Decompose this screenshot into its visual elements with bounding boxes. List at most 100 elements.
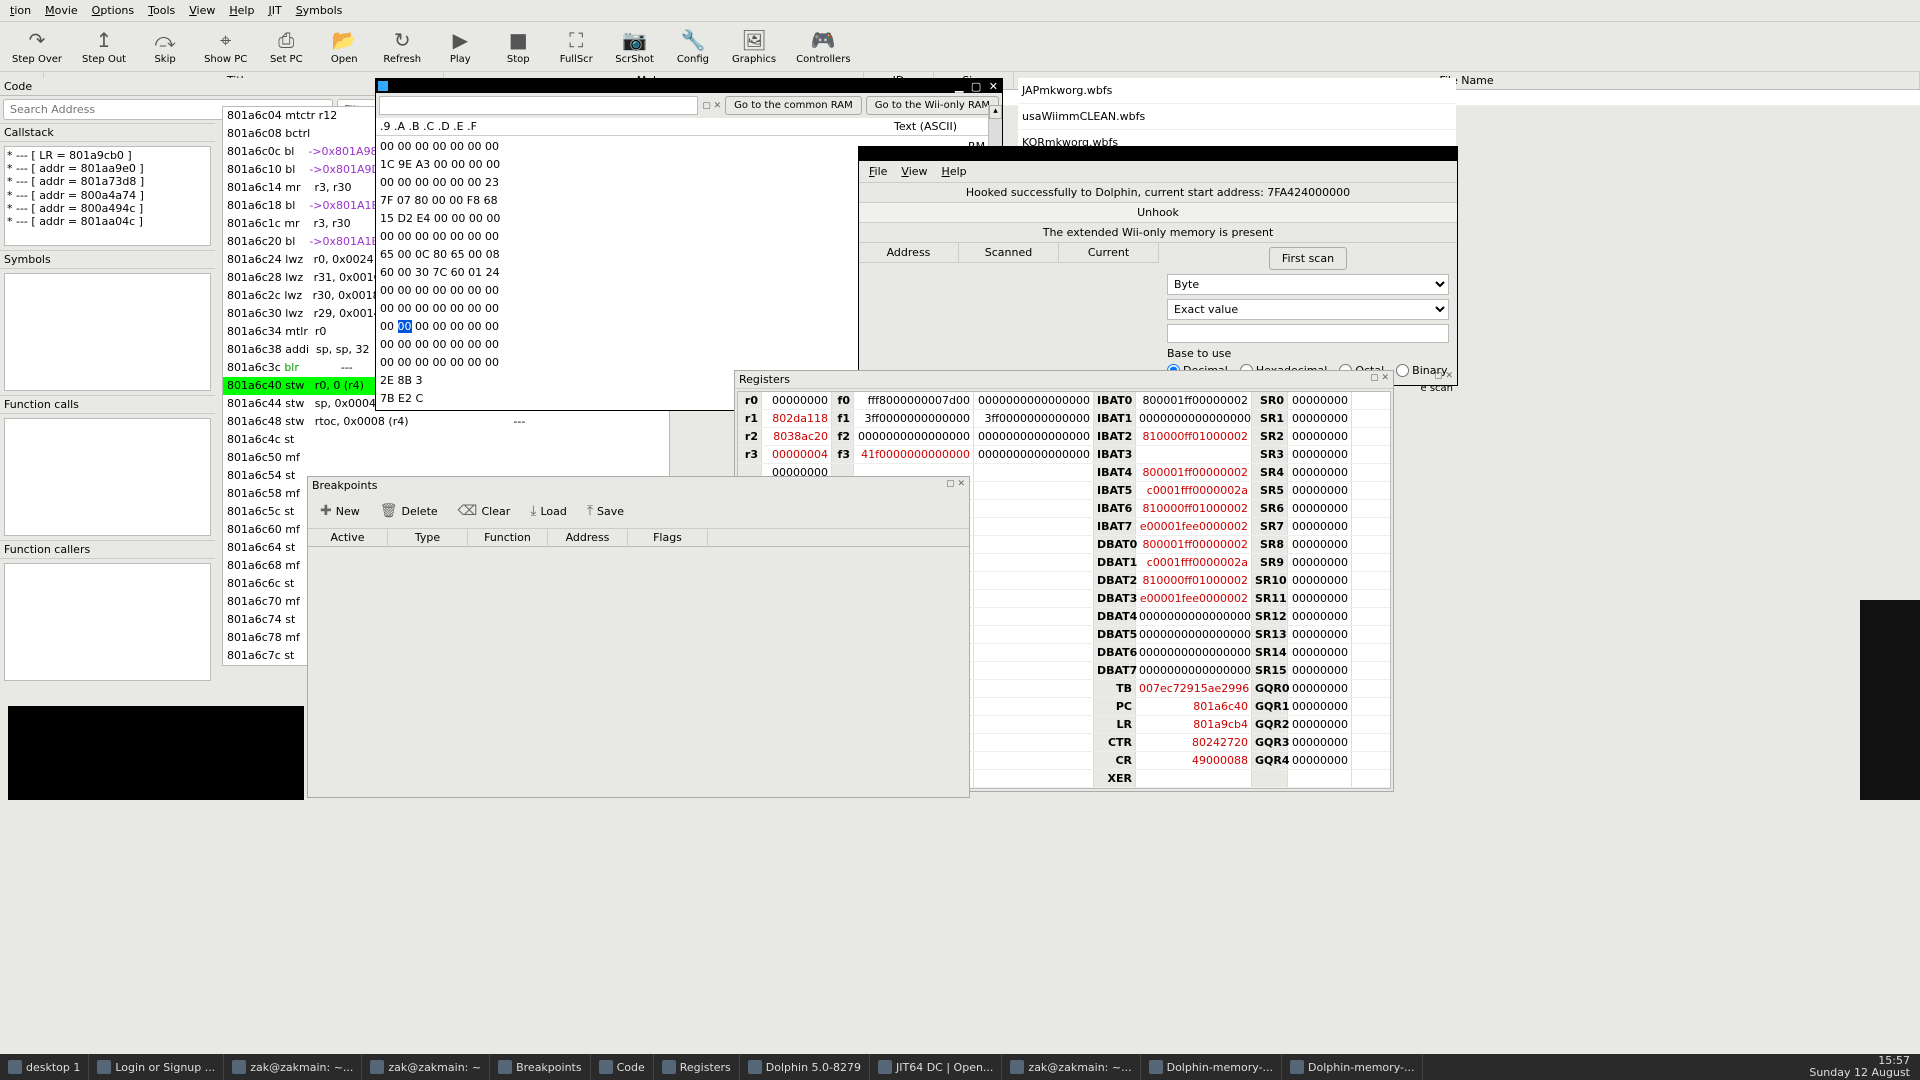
memory-search-input[interactable] [379,96,698,115]
first-scan-button[interactable]: First scan [1269,247,1347,270]
callstack-item[interactable]: * --- [ addr = 800a4a74 ] [7,189,208,202]
dropdown-icon[interactable]: ▢ ✕ [702,101,721,111]
step-out-button[interactable]: ↥Step Out [72,24,136,69]
col-scanned[interactable]: Scanned [959,243,1059,262]
file-row[interactable]: JAPmkworg.wbfs [1018,78,1456,104]
menu-help[interactable]: Help [223,2,260,19]
menu-tools[interactable]: Tools [142,2,181,19]
callstack-item[interactable]: * --- [ addr = 800a494c ] [7,202,208,215]
bp-save-button[interactable]: ⤒Save [581,500,630,522]
play-icon: ▶ [453,28,468,52]
comparison-select[interactable]: Exact value [1167,299,1449,320]
bp-load-button[interactable]: ⤓Load [524,500,573,522]
function-callers-label: Function callers [0,540,215,559]
scrshot-icon: 📷 [622,28,647,52]
menu-movie[interactable]: Movie [39,2,84,19]
taskbar-item[interactable]: Dolphin-memory-... [1141,1054,1282,1080]
menu-options[interactable]: Options [86,2,140,19]
taskbar-app-icon [1149,1060,1163,1074]
show-pc-button[interactable]: ⌖Show PC [194,24,257,69]
taskbar-item[interactable]: zak@zakmain: ~... [224,1054,362,1080]
bp-col-active[interactable]: Active [308,529,388,546]
register-row[interactable]: r28038ac20f20000000000000000000000000000… [738,428,1390,446]
open-icon: 📂 [332,28,357,52]
taskbar-item[interactable]: Dolphin 5.0-8279 [740,1054,870,1080]
register-row[interactable]: r000000000f0fff8000000007d00000000000000… [738,392,1390,410]
bp-col-function[interactable]: Function [468,529,548,546]
taskbar-item[interactable]: zak@zakmain: ~... [1002,1054,1140,1080]
menu-view[interactable]: View [183,2,221,19]
taskbar-clock[interactable]: 15:57 Sunday 12 August [1799,1055,1920,1079]
callstack-item[interactable]: * --- [ addr = 801aa9e0 ] [7,162,208,175]
stop-button[interactable]: ■Stop [489,24,547,69]
registers-title: Registers ▢ ✕ [735,371,1393,389]
scroll-up-icon[interactable]: ▴ [989,105,1002,119]
taskbar-item[interactable]: Login or Signup ... [89,1054,224,1080]
callstack-item[interactable]: * --- [ addr = 801aa04c ] [7,215,208,228]
clear-icon: ⌫ [458,503,478,519]
open-button[interactable]: 📂Open [315,24,373,69]
unhook-button[interactable]: Unhook [859,203,1457,223]
scrshot-button[interactable]: 📷ScrShot [605,24,664,69]
set-pc-button[interactable]: ⎙Set PC [257,24,315,69]
function-callers-box[interactable] [4,563,211,681]
scanner-window-btns[interactable]: ▢ ✕ [1434,371,1453,381]
symbols-box[interactable] [4,273,211,391]
function-calls-box[interactable] [4,418,211,536]
register-row[interactable]: r300000004f341f0000000000000000000000000… [738,446,1390,464]
bp-new-button[interactable]: ✚New [314,500,366,522]
memory-panel-titlebar[interactable]: ▁ ▢ ✕ [376,79,1002,93]
file-list: JAPmkworg.wbfsusaWiimmCLEAN.wbfsKORmkwor… [1018,78,1456,156]
scanner-menubar: FileViewHelp [859,161,1457,183]
controllers-button[interactable]: 🎮Controllers [786,24,860,69]
taskbar-item[interactable]: zak@zakmain: ~ [362,1054,490,1080]
goto-wii-ram-button[interactable]: Go to the Wii-only RAM [866,96,999,115]
taskbar-item[interactable]: Dolphin-memory-... [1282,1054,1423,1080]
goto-common-ram-button[interactable]: Go to the common RAM [725,96,862,115]
callstack-label: Callstack [0,123,215,142]
col-address[interactable]: Address [859,243,959,262]
menu-symbols[interactable]: Symbols [290,2,349,19]
disasm-row[interactable]: 801a6c48 stw rtoc, 0x0008 (r4) --- [223,413,669,431]
skip-button[interactable]: ⤼Skip [136,24,194,69]
callstack-item[interactable]: * --- [ addr = 801a73d8 ] [7,175,208,188]
scanner-titlebar[interactable] [859,147,1457,161]
step over-icon: ↷ [29,28,46,52]
taskbar-item[interactable]: desktop 1 [0,1054,89,1080]
window-controls[interactable]: ▁ ▢ ✕ [955,80,1000,93]
window-buttons[interactable]: ▢ ✕ [946,479,965,489]
menu-tion[interactable]: tion [4,2,37,19]
fullscr-button[interactable]: ⛶FullScr [547,24,605,69]
config-button[interactable]: 🔧Config [664,24,722,69]
register-row[interactable]: r1802da118f13ff00000000000003ff000000000… [738,410,1390,428]
file-row[interactable]: usaWiimmCLEAN.wbfs [1018,104,1456,130]
datatype-select[interactable]: Byte [1167,274,1449,295]
bp-col-type[interactable]: Type [388,529,468,546]
bp-col-address[interactable]: Address [548,529,628,546]
callstack-list[interactable]: * --- [ LR = 801a9cb0 ]* --- [ addr = 80… [4,146,211,246]
breakpoints-toolbar: ✚New 🗑Delete ⌫Clear ⤓Load ⤒Save [308,494,969,528]
bp-clear-button[interactable]: ⌫Clear [452,500,517,522]
col-current[interactable]: Current [1059,243,1159,262]
scanner-menu-file[interactable]: File [863,163,893,180]
refresh-button[interactable]: ↻Refresh [373,24,431,69]
bp-col-flags[interactable]: Flags [628,529,708,546]
step-over-button[interactable]: ↷Step Over [2,24,72,69]
scanner-menu-help[interactable]: Help [936,163,973,180]
breakpoints-list[interactable] [308,547,969,797]
scanner-menu-view[interactable]: View [895,163,933,180]
function-calls-label: Function calls [0,395,215,414]
taskbar-item[interactable]: Breakpoints [490,1054,591,1080]
window-buttons[interactable]: ▢ ✕ [1370,373,1389,383]
disasm-row[interactable]: 801a6c4c st [223,431,669,449]
bp-delete-button[interactable]: 🗑Delete [374,500,444,522]
menu-jit[interactable]: JIT [262,2,287,19]
play-button[interactable]: ▶Play [431,24,489,69]
graphics-button[interactable]: 🖼Graphics [722,24,786,69]
disasm-row[interactable]: 801a6c50 mf [223,449,669,467]
taskbar-item[interactable]: Code [591,1054,654,1080]
scan-value-input[interactable] [1167,324,1449,343]
taskbar-item[interactable]: JIT64 DC | Open... [870,1054,1002,1080]
taskbar-item[interactable]: Registers [654,1054,740,1080]
callstack-item[interactable]: * --- [ LR = 801a9cb0 ] [7,149,208,162]
